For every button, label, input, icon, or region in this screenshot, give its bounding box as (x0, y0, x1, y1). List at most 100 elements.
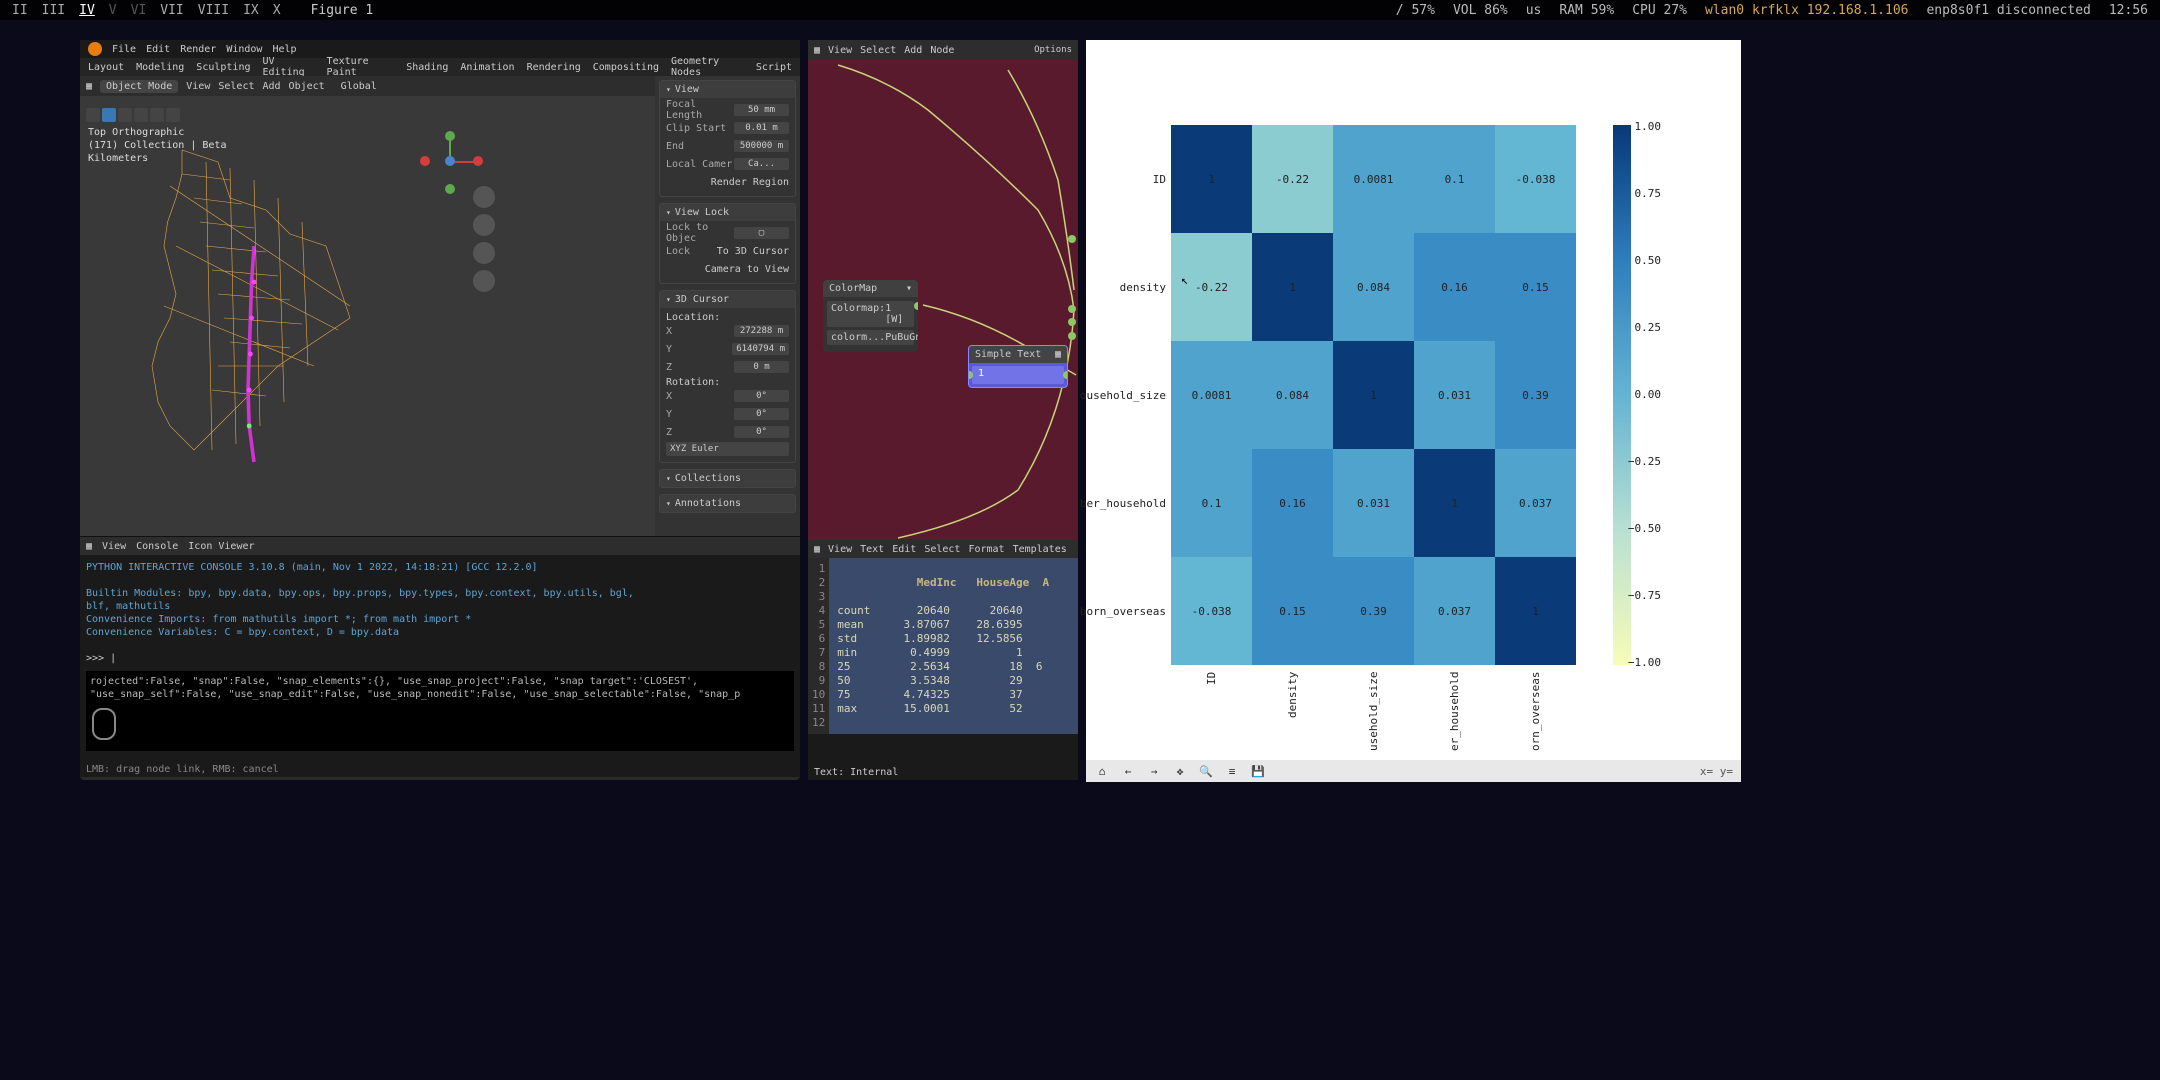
camera-to-view-checkbox[interactable]: Camera to View (705, 264, 789, 275)
cursor-rz-input[interactable]: 0° (734, 426, 789, 438)
tab-shading[interactable]: Shading (406, 62, 448, 73)
colormap-node[interactable]: ColorMap▾ Colormap:1 [W] colorm...PuBuGn (823, 280, 918, 352)
home-icon[interactable]: ⌂ (1094, 763, 1110, 779)
clip-end-input[interactable]: 500000 m (734, 140, 789, 152)
collections-header[interactable]: Collections (660, 470, 795, 487)
view-panel-header[interactable]: View (660, 81, 795, 98)
camera-icon[interactable] (473, 242, 495, 264)
pan-icon[interactable] (473, 214, 495, 236)
cursor-header[interactable]: 3D Cursor (660, 291, 795, 308)
n-panel[interactable]: View Focal Length50 mm Clip Start0.01 m … (655, 76, 800, 536)
ws-6[interactable]: VI (131, 3, 147, 18)
vp-menu-add[interactable]: Add (262, 81, 280, 92)
tab-layout[interactable]: Layout (88, 62, 124, 73)
vp-menu-select[interactable]: Select (218, 81, 254, 92)
tab-compositing[interactable]: Compositing (593, 62, 659, 73)
txt-menu-text[interactable]: Text (860, 544, 884, 555)
text-editor[interactable]: ▦ View Text Edit Select Format Templates… (808, 540, 1078, 780)
pan-icon[interactable]: ✥ (1172, 763, 1188, 779)
tab-animation[interactable]: Animation (460, 62, 514, 73)
shade-matpreview-icon[interactable] (118, 108, 132, 122)
euler-mode-select[interactable]: XYZ Euler (666, 442, 789, 456)
cons-menu-iconviewer[interactable]: Icon Viewer (188, 541, 254, 552)
configure-icon[interactable]: ≡ (1224, 763, 1240, 779)
annotations-header[interactable]: Annotations (660, 495, 795, 512)
ne-options[interactable]: Options (1034, 45, 1072, 55)
cursor-x-input[interactable]: 272288 m (734, 325, 789, 337)
shade-rendered-icon[interactable] (134, 108, 148, 122)
colormap-name-select[interactable]: PuBuGn (885, 332, 918, 343)
viewport-3d[interactable]: ▦ Object Mode View Select Add Object Glo… (80, 76, 655, 536)
node-canvas[interactable]: ColorMap▾ Colormap:1 [W] colorm...PuBuGn… (808, 60, 1078, 540)
viewport-nav-icons[interactable] (473, 186, 495, 292)
cons-menu-console[interactable]: Console (136, 541, 178, 552)
render-region-checkbox[interactable]: Render Region (711, 177, 789, 188)
tab-geonodes[interactable]: Geometry Nodes (671, 56, 744, 78)
ne-menu-add[interactable]: Add (904, 45, 922, 56)
tab-rendering[interactable]: Rendering (527, 62, 581, 73)
menu-help[interactable]: Help (272, 44, 296, 55)
ne-menu-node[interactable]: Node (930, 45, 954, 56)
workspace-tabs[interactable]: Layout Modeling Sculpting UV Editing Tex… (80, 58, 800, 76)
clip-start-input[interactable]: 0.01 m (734, 122, 789, 134)
cursor-rx-input[interactable]: 0° (734, 390, 789, 402)
colormap-value[interactable]: 1 [W] (885, 303, 910, 325)
ws-2[interactable]: II (12, 3, 28, 18)
txt-menu-templates[interactable]: Templates (1013, 544, 1067, 555)
workspace-switcher[interactable]: II III IV V VI VII VIII IX X (12, 3, 281, 18)
focal-length-input[interactable]: 50 mm (734, 104, 789, 116)
blender-logo-icon[interactable] (88, 42, 102, 56)
ws-7[interactable]: VII (160, 3, 183, 18)
orientation-select[interactable]: Global (341, 81, 377, 92)
shading-buttons[interactable] (86, 108, 180, 122)
ws-8[interactable]: VIII (198, 3, 229, 18)
node-editor[interactable]: ▦ View Select Add Node Options ColorMap▾… (808, 40, 1078, 780)
viewlock-header[interactable]: View Lock (660, 204, 795, 221)
tab-modeling[interactable]: Modeling (136, 62, 184, 73)
zoom-icon[interactable] (473, 186, 495, 208)
forward-icon[interactable]: → (1146, 763, 1162, 779)
save-icon[interactable]: 💾 (1250, 763, 1266, 779)
console-output[interactable]: PYTHON INTERACTIVE CONSOLE 3.10.8 (main,… (80, 555, 800, 761)
ws-3[interactable]: III (42, 3, 65, 18)
to-3d-cursor-checkbox[interactable]: To 3D Cursor (717, 246, 789, 257)
shade-overlay-icon[interactable] (166, 108, 180, 122)
lock-object-input[interactable]: ▢ (734, 227, 789, 239)
txt-menu-edit[interactable]: Edit (892, 544, 916, 555)
perspective-icon[interactable] (473, 270, 495, 292)
navigation-gizmo[interactable] (425, 136, 475, 186)
ws-5[interactable]: V (109, 3, 117, 18)
tab-scripting[interactable]: Script (756, 62, 792, 73)
mode-select[interactable]: Object Mode (100, 80, 178, 93)
local-camera-btn[interactable]: Ca... (734, 158, 789, 170)
shade-solid-icon[interactable] (102, 108, 116, 122)
menu-edit[interactable]: Edit (146, 44, 170, 55)
cursor-ry-input[interactable]: 0° (734, 408, 789, 420)
shade-xray-icon[interactable] (150, 108, 164, 122)
simple-text-node[interactable]: Simple Text▦ 1 (968, 345, 1068, 388)
shade-wireframe-icon[interactable] (86, 108, 100, 122)
txt-menu-format[interactable]: Format (968, 544, 1004, 555)
ws-4[interactable]: IV (79, 3, 95, 18)
console-prompt[interactable]: >>> | (86, 652, 794, 665)
tab-uvediting[interactable]: UV Editing (262, 56, 314, 78)
menu-file[interactable]: File (112, 44, 136, 55)
ne-menu-select[interactable]: Select (860, 45, 896, 56)
txt-menu-select[interactable]: Select (924, 544, 960, 555)
zoom-icon[interactable]: 🔍 (1198, 763, 1214, 779)
back-icon[interactable]: ← (1120, 763, 1136, 779)
cons-menu-view[interactable]: View (102, 541, 126, 552)
menu-render[interactable]: Render (180, 44, 216, 55)
txt-menu-view[interactable]: View (828, 544, 852, 555)
ws-9[interactable]: IX (243, 3, 259, 18)
vp-menu-object[interactable]: Object (289, 81, 325, 92)
tab-sculpting[interactable]: Sculpting (196, 62, 250, 73)
ne-menu-view[interactable]: View (828, 45, 852, 56)
text-editor-body[interactable]: 123456789101112 MedInc HouseAge Acount 2… (808, 558, 1078, 734)
cursor-y-input[interactable]: 6140794 m (732, 343, 789, 355)
menu-window[interactable]: Window (226, 44, 262, 55)
ws-10[interactable]: X (273, 3, 281, 18)
vp-menu-view[interactable]: View (186, 81, 210, 92)
simple-text-input[interactable]: 1 (972, 366, 1064, 384)
cursor-z-input[interactable]: 0 m (734, 361, 789, 373)
